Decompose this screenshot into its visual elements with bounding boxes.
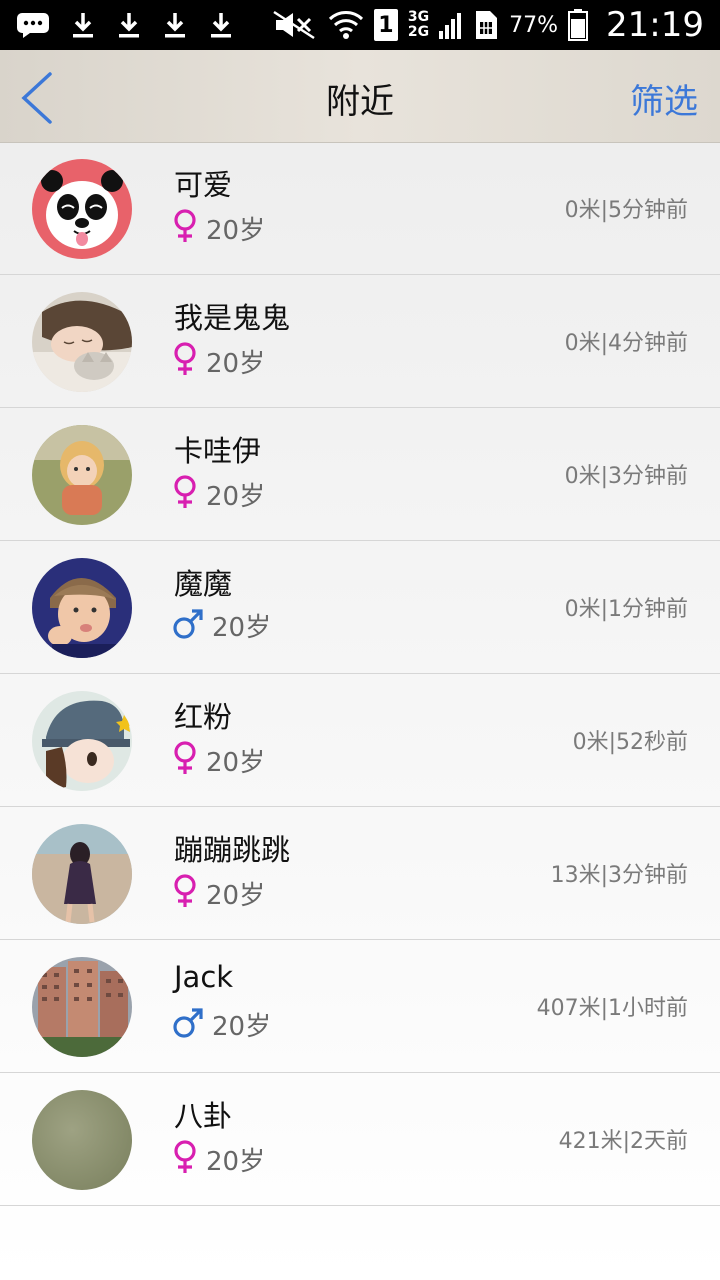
list-item[interactable]: 八卦 20岁 421米|2天前 [0,1073,720,1206]
user-age: 20岁 [212,613,272,643]
female-icon [172,208,198,248]
male-icon [172,608,204,644]
user-meta: 20岁 [172,1006,271,1043]
user-age: 20岁 [206,215,266,246]
battery-percent: 77% [509,12,559,38]
list-item[interactable]: 我是鬼鬼 20岁 0米|4分钟前 [0,275,720,408]
download-icon [70,11,96,39]
sim-card-icon [473,10,499,40]
user-meta: 20岁 [172,1139,265,1179]
user-name: Jack [174,960,234,994]
avatar [32,691,132,791]
male-icon [172,1007,204,1043]
wifi-icon [328,9,364,41]
avatar [32,1090,132,1190]
filter-button[interactable]: 筛选 [630,74,698,123]
distance-time: 0米|4分钟前 [564,331,688,356]
user-name: 八卦 [174,1099,233,1133]
distance-time: 407米|1小时前 [536,996,688,1021]
download-icon [162,11,188,39]
download-icon [116,11,142,39]
download-icon [208,11,234,39]
signal-icon [439,11,463,39]
avatar [32,159,132,259]
battery-icon [568,9,589,41]
distance-time: 0米|5分钟前 [564,198,688,223]
female-icon [172,873,198,913]
avatar [32,824,132,924]
distance-time: 0米|3分钟前 [564,464,688,489]
mute-icon [272,10,318,40]
avatar [32,425,132,525]
clock: 21:19 [606,5,704,45]
user-meta: 20岁 [172,740,265,780]
avatar [32,292,132,392]
user-age: 20岁 [206,1146,266,1177]
user-meta: 20岁 [172,873,265,913]
female-icon [172,740,198,780]
user-name: 可爱 [174,168,233,202]
list-item[interactable]: 红粉 20岁 0米|52秒前 [0,674,720,807]
user-age: 20岁 [206,880,266,911]
user-meta: 20岁 [172,341,265,381]
page-title: 附近 [326,82,394,122]
list-item[interactable]: Jack 20岁 407米|1小时前 [0,940,720,1073]
user-age: 20岁 [212,1012,272,1042]
female-icon [172,341,198,381]
user-name: 红粉 [174,700,233,734]
avatar [32,558,132,658]
user-meta: 20岁 [172,208,265,248]
user-age: 20岁 [206,348,266,379]
user-meta: 20岁 [172,474,265,514]
network-2g: 2G [407,24,430,40]
distance-time: 0米|1分钟前 [564,597,688,622]
list-item[interactable]: 卡哇伊 20岁 0米|3分钟前 [0,408,720,541]
network-3g: 3G [407,9,430,25]
female-icon [172,1139,198,1179]
user-age: 20岁 [206,481,266,512]
list-item[interactable]: 可爱 20岁 0米|5分钟前 [0,142,720,275]
nav-header: 附近 筛选 [0,50,720,143]
message-icon [16,12,50,38]
user-age: 20岁 [206,747,266,778]
distance-time: 0米|52秒前 [572,730,688,755]
sim-indicator: 1 [373,9,398,41]
list-item[interactable]: 魔魔 20岁 0米|1分钟前 [0,541,720,674]
status-bar: 1 3G 2G 77% 21:19 [0,0,720,50]
nearby-user-list: 可爱 20岁 0米|5分钟前 我是鬼鬼 20岁 0米|4分钟前 卡哇伊 20岁 … [0,142,720,1206]
user-name: 魔魔 [174,567,233,601]
user-name: 卡哇伊 [174,434,262,468]
female-icon [172,474,198,514]
distance-time: 421米|2天前 [558,1129,688,1154]
user-name: 我是鬼鬼 [174,301,291,335]
user-name: 蹦蹦跳跳 [174,833,291,867]
avatar [32,957,132,1057]
user-meta: 20岁 [172,607,271,644]
network-type: 3G 2G [408,10,429,40]
distance-time: 13米|3分钟前 [550,863,688,888]
list-item[interactable]: 蹦蹦跳跳 20岁 13米|3分钟前 [0,807,720,940]
